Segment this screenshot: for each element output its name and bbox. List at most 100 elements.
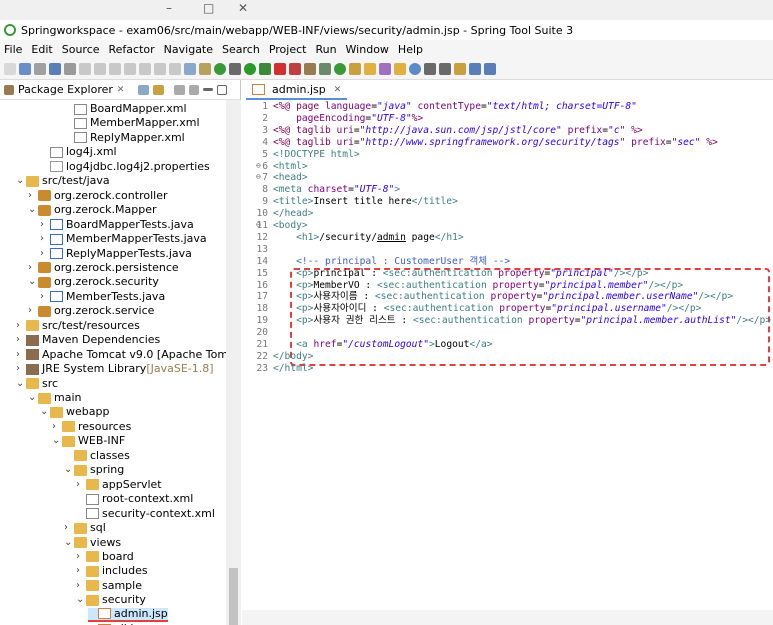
tree-item[interactable]: › resources: [52, 420, 131, 434]
menu-file[interactable]: File: [4, 43, 22, 56]
chevron-right-icon[interactable]: ›: [16, 362, 26, 376]
chevron-right-icon[interactable]: ›: [40, 218, 50, 232]
toggle-mark-icon[interactable]: [184, 62, 196, 75]
step-into-icon[interactable]: [139, 62, 151, 75]
menu-window[interactable]: Window: [346, 43, 389, 56]
collapse-all-icon[interactable]: [138, 84, 150, 95]
tree-item[interactable]: ⌄ org.zerock.security: [28, 275, 159, 289]
chevron-right-icon[interactable]: ›: [76, 478, 86, 492]
tree-item[interactable]: › board: [76, 550, 134, 564]
menu-edit[interactable]: Edit: [31, 43, 52, 56]
tree-item[interactable]: MemberMapper.xml: [64, 116, 200, 130]
code-editor[interactable]: 1 <%@ page language="java" contentType="t…: [242, 100, 773, 610]
tree-item[interactable]: › MemberTests.java: [40, 290, 165, 304]
maximize-icon[interactable]: □: [203, 1, 214, 15]
menu-help[interactable]: Help: [398, 43, 423, 56]
tree-item[interactable]: log4j.xml: [40, 145, 117, 159]
chevron-right-icon[interactable]: ›: [16, 319, 26, 333]
editor-horizontal-scrollbar[interactable]: [242, 610, 773, 625]
menu-run[interactable]: Run: [315, 43, 336, 56]
open-type-icon[interactable]: [349, 62, 361, 75]
terminate-icon[interactable]: [109, 62, 121, 75]
tree-item[interactable]: ReplyMapper.xml: [64, 131, 185, 145]
console-icon[interactable]: [49, 62, 61, 75]
tree-item[interactable]: › Maven Dependencies: [16, 333, 160, 347]
tree-item[interactable]: › Apache Tomcat v9.0 [Apache Tomcat v9.: [16, 348, 226, 362]
tree-scroll-thumb[interactable]: [229, 568, 238, 625]
fold-toggle-icon[interactable]: ⊖: [256, 220, 261, 229]
tree-item[interactable]: › sql: [64, 521, 106, 535]
suspend-icon[interactable]: [94, 62, 106, 75]
tree-item[interactable]: ⌄ org.zerock.Mapper: [28, 203, 157, 217]
step-return-icon[interactable]: [169, 62, 181, 75]
stop-icon[interactable]: [274, 62, 286, 75]
tree-item[interactable]: ⌄ webapp: [40, 405, 109, 419]
minimize-icon[interactable]: –: [166, 1, 172, 15]
chevron-right-icon[interactable]: ›: [40, 290, 50, 304]
chevron-right-icon[interactable]: ›: [28, 304, 38, 318]
debug-icon[interactable]: [229, 62, 241, 75]
tree-item[interactable]: log4jdbc.log4j2.properties: [40, 160, 210, 174]
new-class-icon[interactable]: [319, 62, 331, 75]
new-package-icon[interactable]: [304, 62, 316, 75]
chevron-down-icon[interactable]: ⌄: [28, 391, 38, 405]
open-folder-icon[interactable]: [364, 62, 376, 75]
menu-refactor[interactable]: Refactor: [109, 43, 155, 56]
tree-item[interactable]: BoardMapper.xml: [64, 102, 187, 116]
chevron-right-icon[interactable]: ›: [40, 247, 50, 261]
tree-item[interactable]: › org.zerock.service: [28, 304, 154, 318]
chevron-right-icon[interactable]: ›: [76, 550, 86, 564]
prev-annotation-icon[interactable]: [439, 62, 451, 75]
run-icon[interactable]: [244, 62, 256, 75]
view-menu-icon[interactable]: [189, 84, 200, 95]
annotation-icon[interactable]: [409, 62, 421, 75]
tree-item[interactable]: › includes: [76, 564, 148, 578]
save-icon[interactable]: [19, 62, 31, 75]
focus-icon[interactable]: [174, 84, 186, 95]
tree-item[interactable]: › src/test/resources: [16, 319, 140, 333]
tree-item[interactable]: security-context.xml: [76, 507, 215, 521]
tree-item[interactable]: ⌄ spring: [64, 463, 124, 477]
chevron-down-icon[interactable]: ⌄: [40, 405, 50, 419]
new-spring-icon[interactable]: [334, 62, 346, 75]
tree-item[interactable]: › appServlet: [76, 478, 162, 492]
close-tab-icon[interactable]: ✕: [334, 85, 342, 95]
chevron-right-icon[interactable]: ›: [16, 348, 26, 362]
new-icon[interactable]: [4, 62, 16, 75]
chevron-down-icon[interactable]: ⌄: [76, 593, 86, 607]
tree-item[interactable]: › ReplyMapperTests.java: [40, 247, 192, 261]
tree-item[interactable]: ⌄ security: [76, 593, 146, 607]
link-with-editor-icon[interactable]: [153, 84, 165, 95]
tree-item[interactable]: ⌄ WEB-INF: [52, 434, 125, 448]
chevron-down-icon[interactable]: ⌄: [28, 275, 38, 289]
chevron-down-icon[interactable]: ⌄: [16, 377, 26, 391]
next-annotation-icon[interactable]: [424, 62, 436, 75]
chevron-down-icon[interactable]: ⌄: [28, 203, 38, 217]
chevron-down-icon[interactable]: ⌄: [64, 463, 74, 477]
forward-icon[interactable]: [484, 62, 496, 75]
chevron-down-icon[interactable]: ⌄: [64, 536, 74, 550]
minimize-view-icon[interactable]: [203, 88, 214, 91]
last-edit-icon[interactable]: [454, 62, 466, 75]
launch-icon[interactable]: [199, 62, 211, 75]
chevron-right-icon[interactable]: ›: [28, 189, 38, 203]
menu-navigate[interactable]: Navigate: [164, 43, 213, 56]
chevron-right-icon[interactable]: ›: [76, 564, 86, 578]
tree-item[interactable]: › MemberMapperTests.java: [40, 232, 207, 246]
chevron-right-icon[interactable]: ›: [16, 333, 26, 347]
chevron-right-icon[interactable]: ›: [76, 579, 86, 593]
search-tool-icon[interactable]: [379, 62, 391, 75]
save-all-icon[interactable]: [34, 62, 46, 75]
chevron-right-icon[interactable]: ›: [28, 261, 38, 275]
resume-icon[interactable]: [79, 62, 91, 75]
tree-item[interactable]: › BoardMapperTests.java: [40, 218, 194, 232]
skip-breakpoints-icon[interactable]: [64, 62, 76, 75]
tree-scrollbar[interactable]: [226, 100, 241, 625]
disconnect-icon[interactable]: [124, 62, 136, 75]
chevron-right-icon[interactable]: ›: [64, 521, 74, 535]
menu-source[interactable]: Source: [62, 43, 100, 56]
spring-boot-icon[interactable]: [214, 62, 226, 75]
chevron-right-icon[interactable]: ›: [40, 232, 50, 246]
tree-item[interactable]: ⌄ src: [16, 377, 58, 391]
tree-item[interactable]: root-context.xml: [76, 492, 193, 506]
